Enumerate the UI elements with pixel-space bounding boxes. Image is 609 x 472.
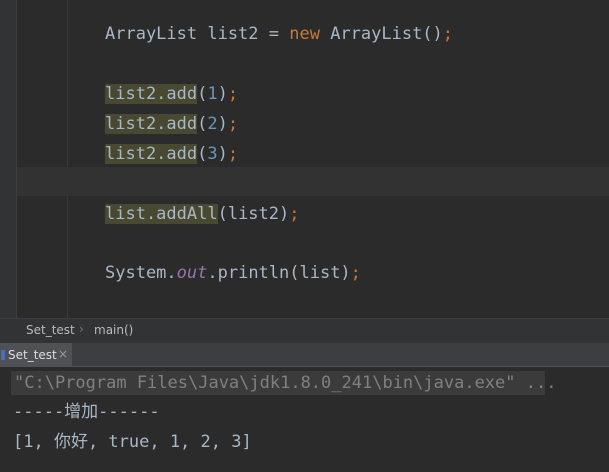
close-paren: ) bbox=[217, 84, 228, 104]
open-paren: ( bbox=[197, 114, 208, 134]
code-line-println[interactable]: System.out.println(list); bbox=[105, 260, 361, 286]
code-line-add-all[interactable]: list.addAll(list2); bbox=[105, 201, 300, 227]
new-keyword: new bbox=[289, 24, 320, 44]
current-line-highlight bbox=[17, 167, 609, 196]
run-console[interactable]: "C:\Program Files\Java\jdk1.8.0_241\bin\… bbox=[0, 366, 609, 472]
semicolon: ; bbox=[350, 263, 361, 283]
semicolon: ; bbox=[442, 24, 454, 44]
close-icon[interactable]: × bbox=[58, 347, 68, 361]
semicolon: ; bbox=[227, 84, 239, 104]
semicolon: ; bbox=[227, 114, 239, 134]
method-call: list.addAll bbox=[105, 204, 218, 224]
method-args: (list2) bbox=[217, 204, 290, 224]
run-tab-set-test[interactable]: Set_test × bbox=[0, 343, 72, 367]
console-command-line[interactable]: "C:\Program Files\Java\jdk1.8.0_241\bin\… bbox=[11, 371, 556, 395]
number-literal: 3 bbox=[207, 144, 218, 164]
indent-guide bbox=[67, 0, 68, 318]
println-call: .println(list) bbox=[207, 263, 351, 283]
code-line-add-1[interactable]: list2.add(1); bbox=[105, 81, 238, 107]
chevron-right-icon: › bbox=[79, 322, 84, 336]
editor-gutter[interactable] bbox=[0, 0, 16, 318]
run-tab-label: Set_test bbox=[8, 348, 57, 362]
breadcrumb-method[interactable]: main() bbox=[94, 323, 133, 337]
method-call: list2.add bbox=[105, 144, 198, 164]
constructor-call: ArrayList() bbox=[319, 24, 443, 44]
open-paren: ( bbox=[197, 84, 208, 104]
method-call: list2.add bbox=[105, 84, 198, 104]
console-output-line: -----增加------ bbox=[13, 402, 160, 422]
run-tab-bar: Set_test × bbox=[0, 342, 609, 367]
run-config-icon bbox=[1, 350, 5, 360]
code-line-add-3[interactable]: list2.add(3); bbox=[105, 141, 238, 167]
close-paren: ) bbox=[217, 144, 228, 164]
gutter-divider bbox=[16, 0, 17, 318]
breadcrumb: Set_test › main() bbox=[0, 318, 609, 342]
breadcrumb-class[interactable]: Set_test bbox=[26, 323, 75, 337]
semicolon: ; bbox=[289, 204, 300, 224]
code-line-declaration[interactable]: ArrayList list2 = new ArrayList(); bbox=[105, 21, 453, 47]
console-output-line: [1, 你好, true, 1, 2, 3] bbox=[13, 432, 252, 452]
close-paren: ) bbox=[217, 114, 228, 134]
open-paren: ( bbox=[197, 144, 208, 164]
number-literal: 1 bbox=[207, 84, 218, 104]
method-call: list2.add bbox=[105, 114, 198, 134]
number-literal: 2 bbox=[207, 114, 218, 134]
out-field: out bbox=[176, 263, 208, 283]
code-editor[interactable]: ArrayList list2 = new ArrayList(); list2… bbox=[0, 0, 609, 318]
system-class: System. bbox=[105, 263, 177, 283]
code-line-add-2[interactable]: list2.add(2); bbox=[105, 111, 238, 137]
semicolon: ; bbox=[227, 144, 239, 164]
declaration-text: ArrayList list2 = bbox=[105, 24, 290, 44]
